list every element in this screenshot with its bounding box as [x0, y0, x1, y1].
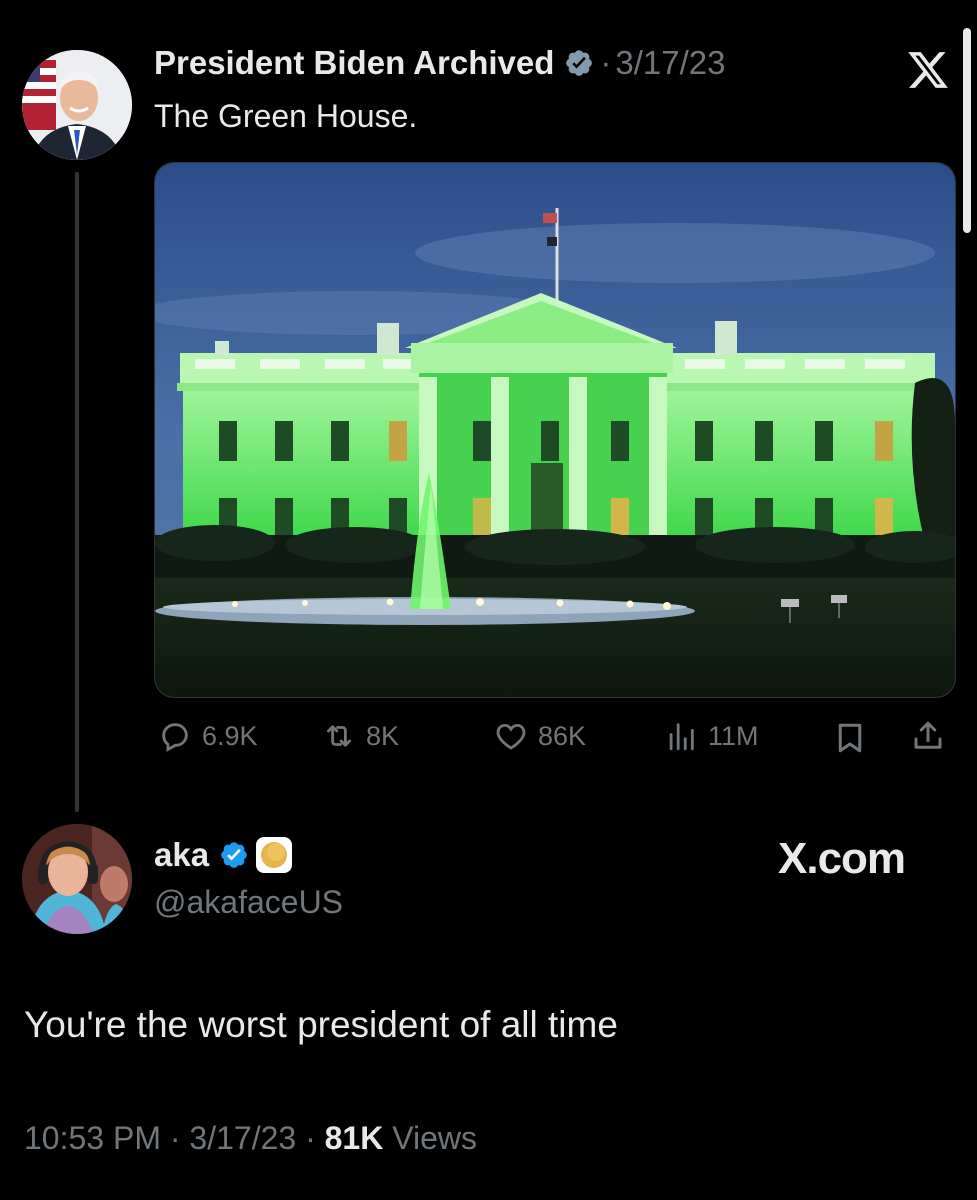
bookmark-icon	[838, 723, 862, 753]
bookmark-button[interactable]	[832, 720, 868, 756]
share-icon	[914, 721, 942, 749]
like-count: 86K	[538, 720, 587, 751]
reply-button[interactable]: 6.9K	[158, 719, 258, 753]
reply-views-count: 81K	[324, 1120, 384, 1156]
avatar-biden-image	[22, 50, 132, 160]
reply-time[interactable]: 10:53 PM	[24, 1120, 161, 1156]
reply-count: 6.9K	[202, 720, 258, 751]
tweet-date[interactable]: 3/17/23	[615, 44, 725, 82]
tweet-image[interactable]	[154, 162, 956, 698]
avatar-biden[interactable]	[22, 50, 132, 160]
header-separator: ·	[600, 44, 612, 81]
share-button[interactable]	[910, 718, 946, 754]
tweet-text: The Green House.	[154, 98, 418, 134]
reply-meta: 10:53 PM · 3/17/23 · 81K Views	[24, 1120, 477, 1157]
verified-badge-icon	[219, 840, 249, 870]
author-name[interactable]: President Biden Archived	[154, 44, 554, 82]
verified-badge-icon	[564, 48, 594, 78]
views-button[interactable]: 11M	[664, 719, 759, 753]
heart-icon	[496, 723, 526, 750]
views-count: 11M	[708, 720, 759, 751]
reply-icon	[162, 723, 188, 752]
meta-separator: ·	[169, 1120, 181, 1156]
affiliate-badge-icon	[255, 836, 293, 874]
meta-separator: ·	[305, 1120, 316, 1156]
reply-text: You're the worst president of all time	[24, 1004, 618, 1045]
scrollbar[interactable]	[963, 28, 971, 233]
retweet-count: 8K	[366, 720, 400, 751]
avatar-aka[interactable]	[22, 824, 132, 934]
reply-views-label: Views	[392, 1120, 477, 1156]
thread-connector-line	[75, 172, 79, 812]
watermark-x-com: X.com	[778, 834, 906, 883]
reply-handle[interactable]: @akafaceUS	[154, 884, 343, 921]
tweet-header: President Biden Archived · 3/17/23	[154, 44, 726, 82]
reply-date[interactable]: 3/17/23	[189, 1120, 296, 1156]
reply-header: aka	[154, 836, 293, 874]
x-logo-icon[interactable]	[906, 48, 950, 92]
like-button[interactable]: 86K	[494, 719, 586, 753]
white-house-green-photo	[155, 163, 955, 697]
avatar-aka-image	[22, 824, 132, 934]
retweet-button[interactable]: 8K	[322, 719, 399, 753]
retweet-icon	[326, 725, 352, 747]
reply-author-name[interactable]: aka	[154, 836, 209, 874]
views-icon	[669, 723, 694, 751]
